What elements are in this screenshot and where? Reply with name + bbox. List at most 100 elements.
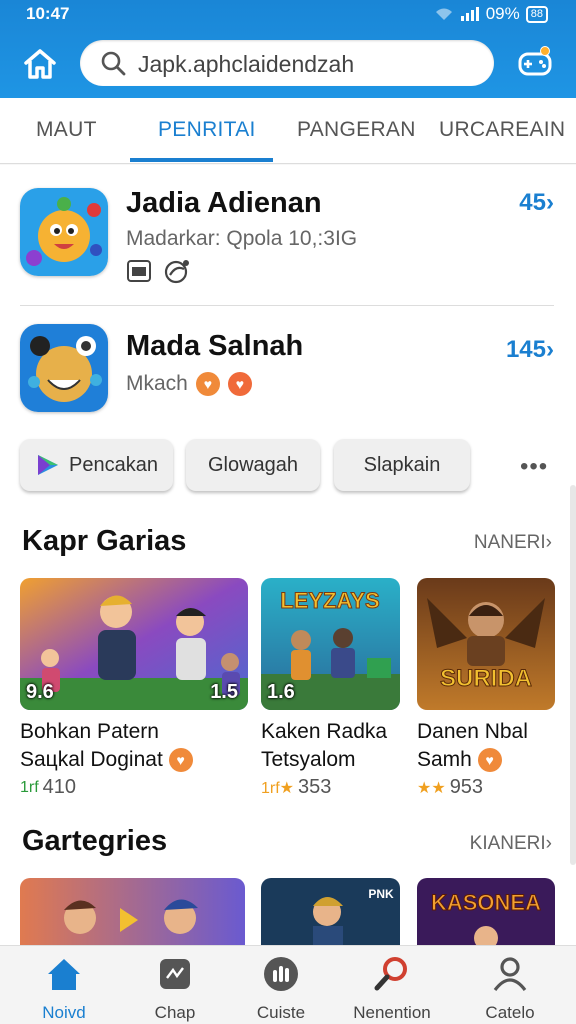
nav-item-home[interactable]: Noivd <box>14 954 114 1023</box>
card-rating: ★★ 953 <box>417 776 555 799</box>
nav-item-chat[interactable]: Chap <box>125 954 225 1023</box>
wifi-icon <box>435 8 452 20</box>
more-options-icon[interactable]: ••• <box>520 453 548 481</box>
rating-mark: ★★ <box>417 779 446 797</box>
category-thumbnail[interactable]: KASONEA <box>417 878 555 945</box>
chip-label: Pencakan <box>69 453 158 476</box>
app-title: Mada Salnah <box>126 330 304 362</box>
rating-count: 353 <box>298 776 332 798</box>
rating-count: 410 <box>42 776 77 798</box>
profile-icon <box>493 957 527 992</box>
chart-icon <box>264 957 298 991</box>
card-title-line: Kaken Radka <box>261 720 388 743</box>
tab-penritai[interactable]: PENRITAI <box>158 118 256 142</box>
app-rank[interactable]: 45› <box>519 189 554 217</box>
game-card[interactable]: SURIDA Danen Nbal Samh ♥ ★★ 953 <box>417 578 555 799</box>
game-card[interactable]: LEYZAYS 1.6 Kaken Radka Tetsyalom 1rf★ 3… <box>261 578 400 799</box>
tab-bar: MAUT PENRITAI PANGERAN URCAREAIN <box>0 98 576 164</box>
rating-count: 953 <box>449 776 484 798</box>
section-title: Kapr Garias <box>22 525 187 557</box>
thumb-logo-text: KASONEA <box>431 890 541 915</box>
nav-item-profile[interactable]: Catelo <box>460 954 560 1023</box>
section-see-more-link[interactable]: NANERI› <box>474 532 552 554</box>
controller-icon <box>164 260 189 284</box>
search-input[interactable]: Japk.aphclaidendzah <box>80 40 494 86</box>
nav-label: Nenention <box>353 1003 431 1022</box>
see-more-label: NANERI <box>473 532 546 553</box>
category-thumbnail[interactable] <box>20 878 245 945</box>
rank-value: 45 <box>519 189 546 216</box>
chevron-right-icon: › <box>545 833 552 854</box>
card-title: Kaken Radka Tetsyalom <box>261 718 400 774</box>
category-thumbnail[interactable]: PNK <box>261 878 400 945</box>
thumb-logo-text: LEYZAYS <box>280 588 379 613</box>
scrollbar[interactable] <box>570 485 576 865</box>
card-title-line: Samh ♥ <box>417 746 555 774</box>
game-thumbnail: 9.6 1.5 <box>20 578 248 710</box>
thumb-logo-text: SURIDA <box>440 665 532 692</box>
nav-label: Catelo <box>485 1003 535 1022</box>
tab-maut[interactable]: MAUT <box>36 118 97 142</box>
app-subtitle-text: Mkach <box>126 372 188 395</box>
heart-badge-icon: ♥ <box>168 748 193 773</box>
chip-glowagah[interactable]: Glowagah <box>186 439 320 491</box>
card-title: Bohkan Patern Saцkal Doginat ♥ <box>20 718 248 774</box>
card-rating: 1rf 410 <box>20 776 248 799</box>
chip-label: Slapkain <box>363 453 441 476</box>
play-store-icon <box>38 455 59 475</box>
heart-badge-icon: ♥ <box>477 748 502 773</box>
status-bar: 10:47 09% 88 <box>0 0 576 28</box>
app-icon <box>20 324 108 412</box>
game-thumbnail: LEYZAYS 1.6 <box>261 578 400 710</box>
rank-value: 145 <box>505 336 546 363</box>
battery-percent: 09% <box>485 4 520 23</box>
app-rank[interactable]: 145› <box>506 336 554 364</box>
tablet-icon <box>127 260 151 282</box>
orange-badge-icon: ♥ <box>195 372 220 396</box>
thumb-badge: 1.6 <box>267 681 295 703</box>
bottom-navigation: Noivd Chap Cuiste Nenention Catelo <box>0 945 576 1024</box>
tab-pangeran[interactable]: PANGERAN <box>297 118 416 142</box>
home-icon <box>48 959 80 990</box>
rating-mark: 1rf★ <box>261 779 295 797</box>
chat-icon <box>160 959 190 989</box>
chip-label: Glowagah <box>207 453 299 476</box>
app-icon <box>20 188 108 276</box>
game-card[interactable]: 9.6 1.5 Bohkan Patern Saцkal Doginat ♥ 1… <box>20 578 248 799</box>
card-title-line: Danen Nbal <box>417 720 528 743</box>
heart-badge-icon: ♥ <box>227 372 252 396</box>
app-list-item[interactable]: Jadia Adienan Madarkar: Qpola 10,:3IG 45… <box>0 165 576 305</box>
card-title-line: Saцkal Doginat ♥ <box>20 746 248 774</box>
chevron-right-icon: › <box>546 336 554 363</box>
main-content: Jadia Adienan Madarkar: Qpola 10,:3IG 45… <box>0 165 576 945</box>
game-thumbnail: SURIDA <box>417 578 555 710</box>
app-list-item[interactable]: Mada Salnah Mkach ♥ ♥ 145› <box>0 306 576 436</box>
card-title-line: Bohkan Patern <box>20 720 159 743</box>
nav-label: Cuiste <box>256 1003 306 1022</box>
nav-item-search[interactable]: Nenention <box>342 954 442 1023</box>
chip-pencakan[interactable]: Pencakan <box>20 439 173 491</box>
card-title: Danen Nbal Samh ♥ <box>417 718 555 774</box>
search-magnifier-icon <box>374 957 407 991</box>
signal-icon <box>460 7 479 21</box>
section-see-more-link[interactable]: KIANERI› <box>470 833 552 855</box>
search-icon <box>101 51 126 76</box>
chip-slapkain[interactable]: Slapkain <box>334 439 470 491</box>
thumb-badge: 1.5 <box>210 681 238 703</box>
home-icon[interactable] <box>20 44 60 84</box>
nav-label: Noivd <box>42 1003 86 1022</box>
active-tab-indicator <box>130 158 273 162</box>
app-subtitle: Madarkar: Qpola 10,:3IG <box>126 227 358 250</box>
nav-item-chart[interactable]: Cuiste <box>231 954 331 1023</box>
status-icons: 09% 88 <box>434 4 548 24</box>
thumb-badge: 9.6 <box>26 681 54 703</box>
card-title-line: Tetsyalom <box>261 748 356 771</box>
thumb-logo-text: PNK <box>368 887 394 901</box>
rating-mark: 1rf <box>20 778 39 796</box>
search-value: Japk.aphclaidendzah <box>138 51 355 77</box>
tab-urcareain[interactable]: URCAREAIN <box>439 118 565 142</box>
card-title-line-text: Samh <box>417 748 472 771</box>
notification-dot <box>540 46 550 56</box>
card-title-line-text: Saцkal Doginat <box>20 748 163 771</box>
see-more-label: KIANERI <box>469 833 546 854</box>
